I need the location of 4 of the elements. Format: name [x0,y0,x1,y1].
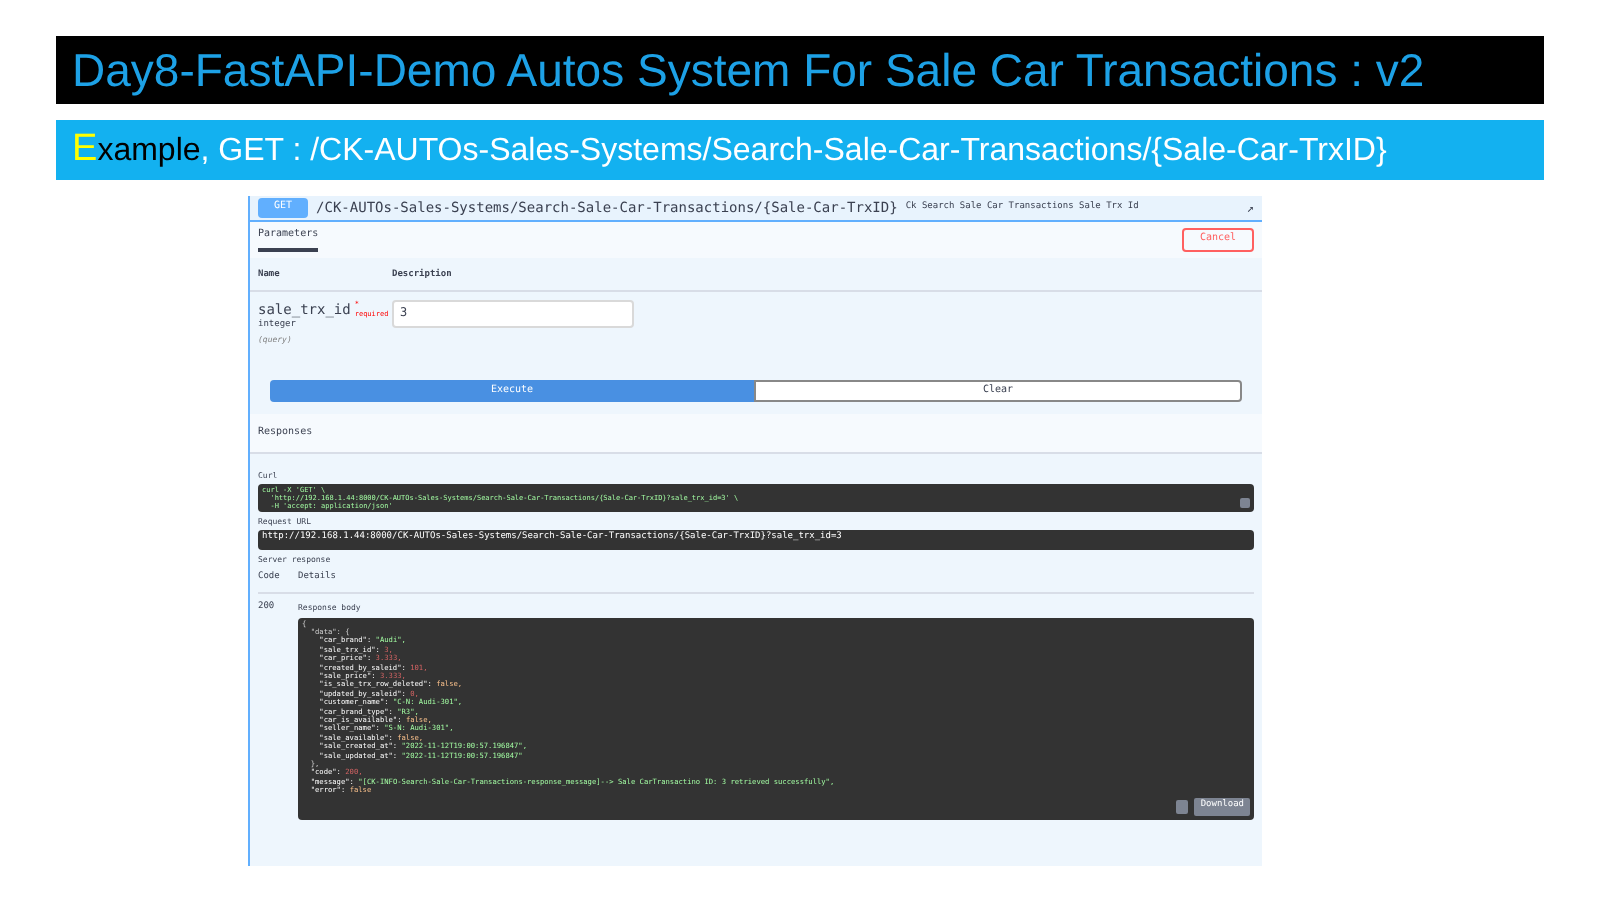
copy-icon[interactable] [1176,799,1189,814]
slide-title: Day8-FastAPI-Demo Autos System For Sale Car Transactions : v2 [72,47,1425,93]
subtitle: Example, GET : /CK-AUTOs-Sales-Systems/Search-Sale-Car-Transactions/{Sale-Car-TrxID} [72,125,1387,174]
copy-icon[interactable] [1240,497,1250,508]
